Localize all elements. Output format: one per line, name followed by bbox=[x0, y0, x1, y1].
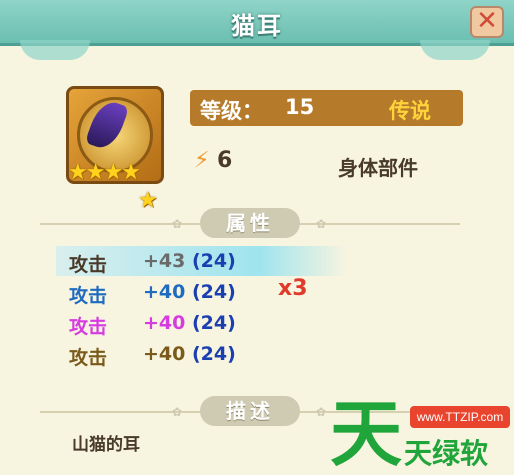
close-icon: ✕ bbox=[476, 6, 498, 36]
star-rating: ★★★★ bbox=[68, 160, 141, 185]
leaf-decoration bbox=[420, 40, 490, 60]
level-label: 等级： bbox=[200, 99, 263, 123]
stat-name: 攻击 bbox=[69, 347, 108, 369]
power-value: 6 bbox=[217, 148, 233, 173]
watermark-name: 天绿软 bbox=[404, 437, 489, 470]
stat-row: 攻击 +43 (24) bbox=[56, 246, 346, 276]
stat-value: +40 (24) bbox=[143, 281, 236, 303]
stat-value: +40 (24) bbox=[143, 343, 236, 365]
attributes-title: 属性 bbox=[200, 208, 300, 238]
close-button[interactable]: ✕ bbox=[470, 6, 504, 38]
level-value: 15 bbox=[285, 95, 315, 119]
stat-name: 攻击 bbox=[69, 285, 108, 307]
stat-row: 攻击 +40 (24) bbox=[56, 339, 346, 369]
rarity-label: 传说 bbox=[389, 99, 431, 123]
part-type: 身体部件 bbox=[338, 156, 418, 180]
stat-name: 攻击 bbox=[69, 316, 108, 338]
lightning-icon: ⚡ bbox=[194, 148, 210, 173]
leaf-decoration bbox=[20, 40, 90, 60]
description-title: 描述 bbox=[200, 396, 300, 426]
stat-name: 攻击 bbox=[69, 254, 108, 276]
stat-row: 攻击 +40 (24) bbox=[56, 308, 346, 338]
description-text: 山猫的耳 bbox=[72, 435, 140, 455]
page-title: 猫耳 bbox=[231, 12, 283, 40]
level-bar: 等级： 15 传说 bbox=[190, 90, 463, 126]
stat-value: +43 (24) bbox=[143, 250, 236, 272]
stat-value: +40 (24) bbox=[143, 312, 236, 334]
watermark-url: www.TTZIP.com bbox=[410, 406, 510, 428]
attributes-header: ✿ ✿ 属性 bbox=[40, 208, 460, 238]
multiplier-label: x3 bbox=[278, 276, 308, 301]
